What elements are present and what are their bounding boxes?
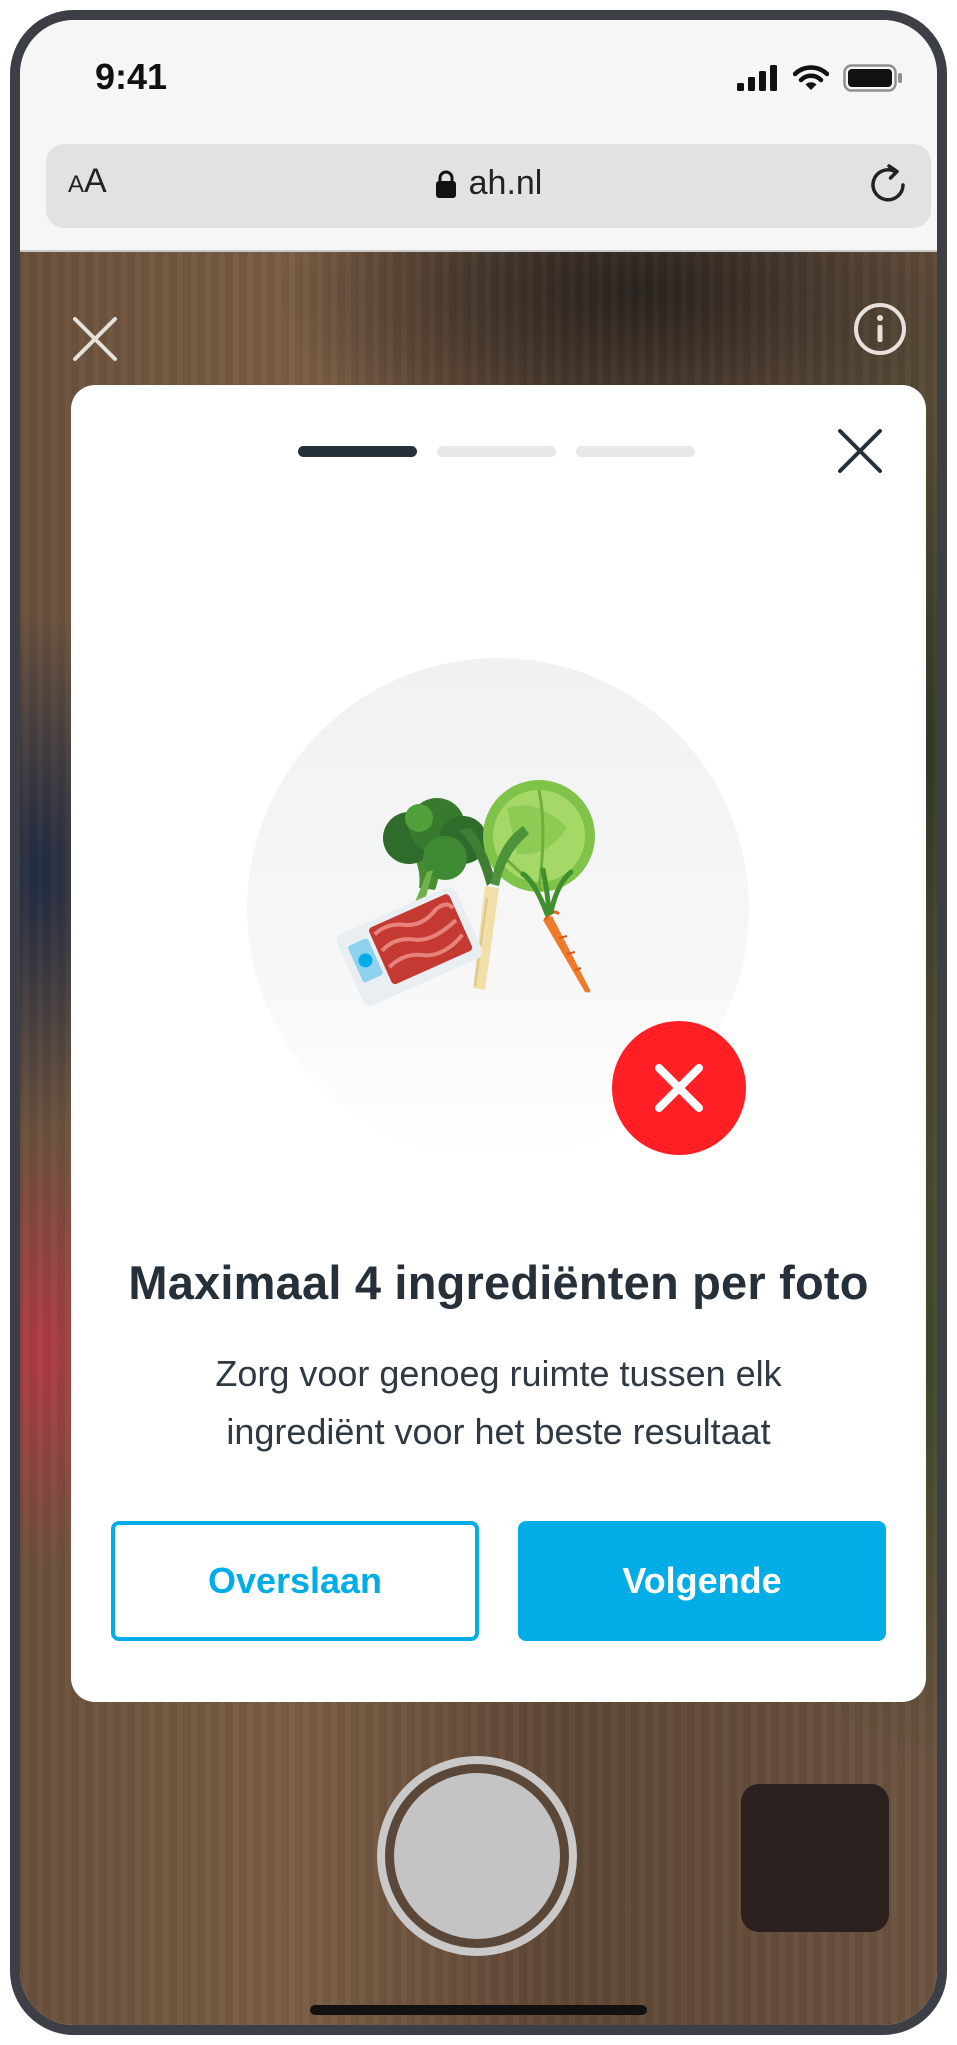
progress-step-3 xyxy=(576,446,695,457)
url-display[interactable]: ah.nl xyxy=(46,164,931,203)
skip-button[interactable]: Overslaan xyxy=(111,1521,479,1641)
cellular-signal-icon xyxy=(737,65,777,91)
minced-meat-package-icon xyxy=(336,886,483,1006)
status-icons xyxy=(737,64,903,92)
status-time: 9:41 xyxy=(95,56,168,97)
info-icon[interactable] xyxy=(853,302,907,361)
modal-description: Zorg voor genoeg ruimte tussen elk ingre… xyxy=(215,1353,782,1452)
shutter-button[interactable] xyxy=(377,1756,577,1956)
wifi-icon xyxy=(793,65,829,90)
onboarding-modal: Maximaal 4 ingrediënten per foto Zorg vo… xyxy=(71,385,926,1702)
modal-close-icon[interactable] xyxy=(836,427,884,475)
home-indicator xyxy=(310,2005,647,2015)
camera-close-icon[interactable] xyxy=(72,316,118,367)
phone-frame: 9:41 AA ah.nl Maximaal 4 ingrediënten pe… xyxy=(10,10,947,2035)
gallery-thumbnail[interactable] xyxy=(741,1784,889,1932)
carrot-icon xyxy=(520,867,591,993)
reload-icon[interactable] xyxy=(865,162,911,213)
status-bar: 9:41 AA ah.nl xyxy=(20,20,937,228)
lock-icon xyxy=(435,170,456,198)
step-progress xyxy=(298,446,695,457)
progress-step-2 xyxy=(437,446,556,457)
shutter-button-inner xyxy=(394,1773,560,1939)
url-text: ah.nl xyxy=(468,164,543,202)
next-button[interactable]: Volgende xyxy=(518,1521,886,1641)
modal-title: Maximaal 4 ingrediënten per foto xyxy=(128,1256,869,1309)
error-x-icon xyxy=(612,1021,746,1155)
browser-divider xyxy=(20,250,937,252)
progress-step-1 xyxy=(298,446,417,457)
battery-icon xyxy=(843,64,902,92)
address-bar[interactable]: AA ah.nl xyxy=(46,144,931,228)
